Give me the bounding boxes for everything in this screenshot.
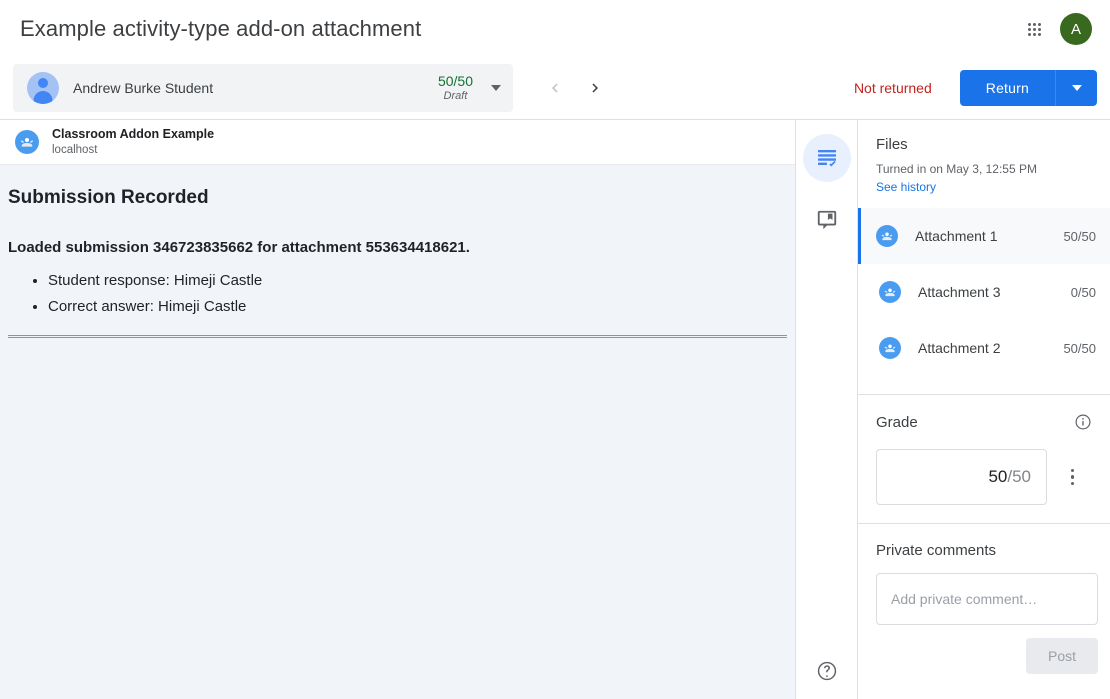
private-comment-input[interactable]: Add private comment… [876,573,1098,625]
attachment-icon [876,225,898,247]
info-icon[interactable] [1074,413,1092,431]
student-toolbar: Andrew Burke Student 50/50 Draft N [0,58,1110,118]
list-item: Correct answer: Himeji Castle [48,298,787,315]
attachment-name: Attachment 1 [915,228,1063,244]
student-grade-state: Draft [438,91,473,103]
classroom-glyph-icon [883,341,897,355]
addon-identity: Classroom Addon Example localhost [52,127,214,157]
grade-more-options-icon[interactable] [1053,457,1092,497]
attachment-name: Attachment 2 [918,340,1063,356]
list-item: Student response: Himeji Castle [48,272,787,289]
submission-heading: Submission Recorded [8,187,787,209]
help-icon [816,660,838,682]
attachment-list: Attachment 1 50/50 Attachment 3 0/50 [858,208,1110,376]
comment-bank-icon [816,209,838,231]
attachment-row-1[interactable]: Attachment 1 50/50 [858,208,1110,264]
chevron-left-icon [546,79,564,97]
grading-tool-window: Example activity-type add-on attachment … [0,0,1110,699]
addon-host: localhost [52,144,214,157]
grading-icon [815,146,839,170]
chevron-down-icon [491,85,501,91]
private-comment-actions: Post [876,638,1098,674]
student-name: Andrew Burke Student [73,80,438,96]
private-comments-section: Private comments Add private comment… Po… [858,542,1110,674]
files-title: Files [876,136,1092,153]
app-header: Example activity-type add-on attachment … [0,0,1110,58]
attachment-row-2[interactable]: Attachment 3 0/50 [858,264,1110,320]
classroom-glyph-icon [880,229,894,243]
student-grade-summary: 50/50 Draft [438,74,473,102]
files-section: Files Turned in on May 3, 12:55 PM See h… [858,136,1110,376]
chevron-down-icon [1072,85,1082,91]
student-selector-caret-icon[interactable] [479,64,513,112]
info-circle-icon [1074,413,1092,431]
apps-grid-dots [1028,23,1041,36]
grade-input[interactable]: 50/50 [876,449,1047,505]
addon-name: Classroom Addon Example [52,127,214,141]
submission-detail: Loaded submission 346723835662 for attac… [8,239,787,256]
grading-sidebar: Files Turned in on May 3, 12:55 PM See h… [857,119,1110,699]
classroom-glyph-icon [883,285,897,299]
sidebar-divider [858,394,1110,395]
attachment-row-3[interactable]: Attachment 2 50/50 [858,320,1110,376]
help-button[interactable] [807,651,847,691]
files-header: Files Turned in on May 3, 12:55 PM See h… [858,136,1110,196]
student-selector[interactable]: Andrew Burke Student 50/50 Draft [13,64,513,112]
return-button-group: Return [960,70,1097,106]
return-options-button[interactable] [1055,70,1097,106]
attachment-score: 50/50 [1063,229,1096,244]
grade-entry-row: 50/50 [876,449,1092,505]
private-comment-placeholder: Add private comment… [891,591,1037,607]
addon-logo-icon [15,130,39,154]
post-comment-button[interactable]: Post [1026,638,1098,674]
grade-denominator: /50 [1007,467,1031,487]
return-button[interactable]: Return [960,70,1055,106]
rail-item-grading[interactable] [803,134,851,182]
attachment-name: Attachment 3 [918,284,1071,300]
grade-title: Grade [876,414,918,431]
attachment-score: 50/50 [1063,341,1096,356]
private-comments-title: Private comments [876,542,1092,559]
rail-item-comment-bank[interactable] [803,196,851,244]
page-title: Example activity-type add-on attachment [20,16,421,42]
student-avatar-icon [27,72,59,104]
apps-grid-icon[interactable] [1014,9,1054,49]
content-divider [8,335,787,338]
student-navigation [535,68,615,108]
attachment-icon [879,337,901,359]
addon-iframe-header: Classroom Addon Example localhost [0,120,795,165]
next-student-button[interactable] [575,68,615,108]
addon-content: Submission Recorded Loaded submission 34… [0,165,795,699]
sidebar-divider [858,523,1110,524]
turned-in-timestamp: Turned in on May 3, 12:55 PM [876,162,1092,176]
attachment-score: 0/50 [1071,285,1096,300]
submission-bullets: Student response: Himeji Castle Correct … [8,272,787,315]
chevron-right-icon [586,79,604,97]
avatar[interactable]: A [1060,13,1092,45]
see-history-link[interactable]: See history [876,180,936,194]
previous-student-button[interactable] [535,68,575,108]
grade-header: Grade [876,413,1092,431]
grade-input-value: 50 [988,467,1007,487]
addon-iframe: Classroom Addon Example localhost Submis… [0,119,795,699]
return-status: Not returned [854,80,932,96]
classroom-glyph-icon [19,134,35,150]
tool-rail [795,119,857,699]
student-grade-value: 50/50 [438,74,473,89]
attachment-icon [879,281,901,303]
grade-section: Grade 50/50 [858,413,1110,505]
